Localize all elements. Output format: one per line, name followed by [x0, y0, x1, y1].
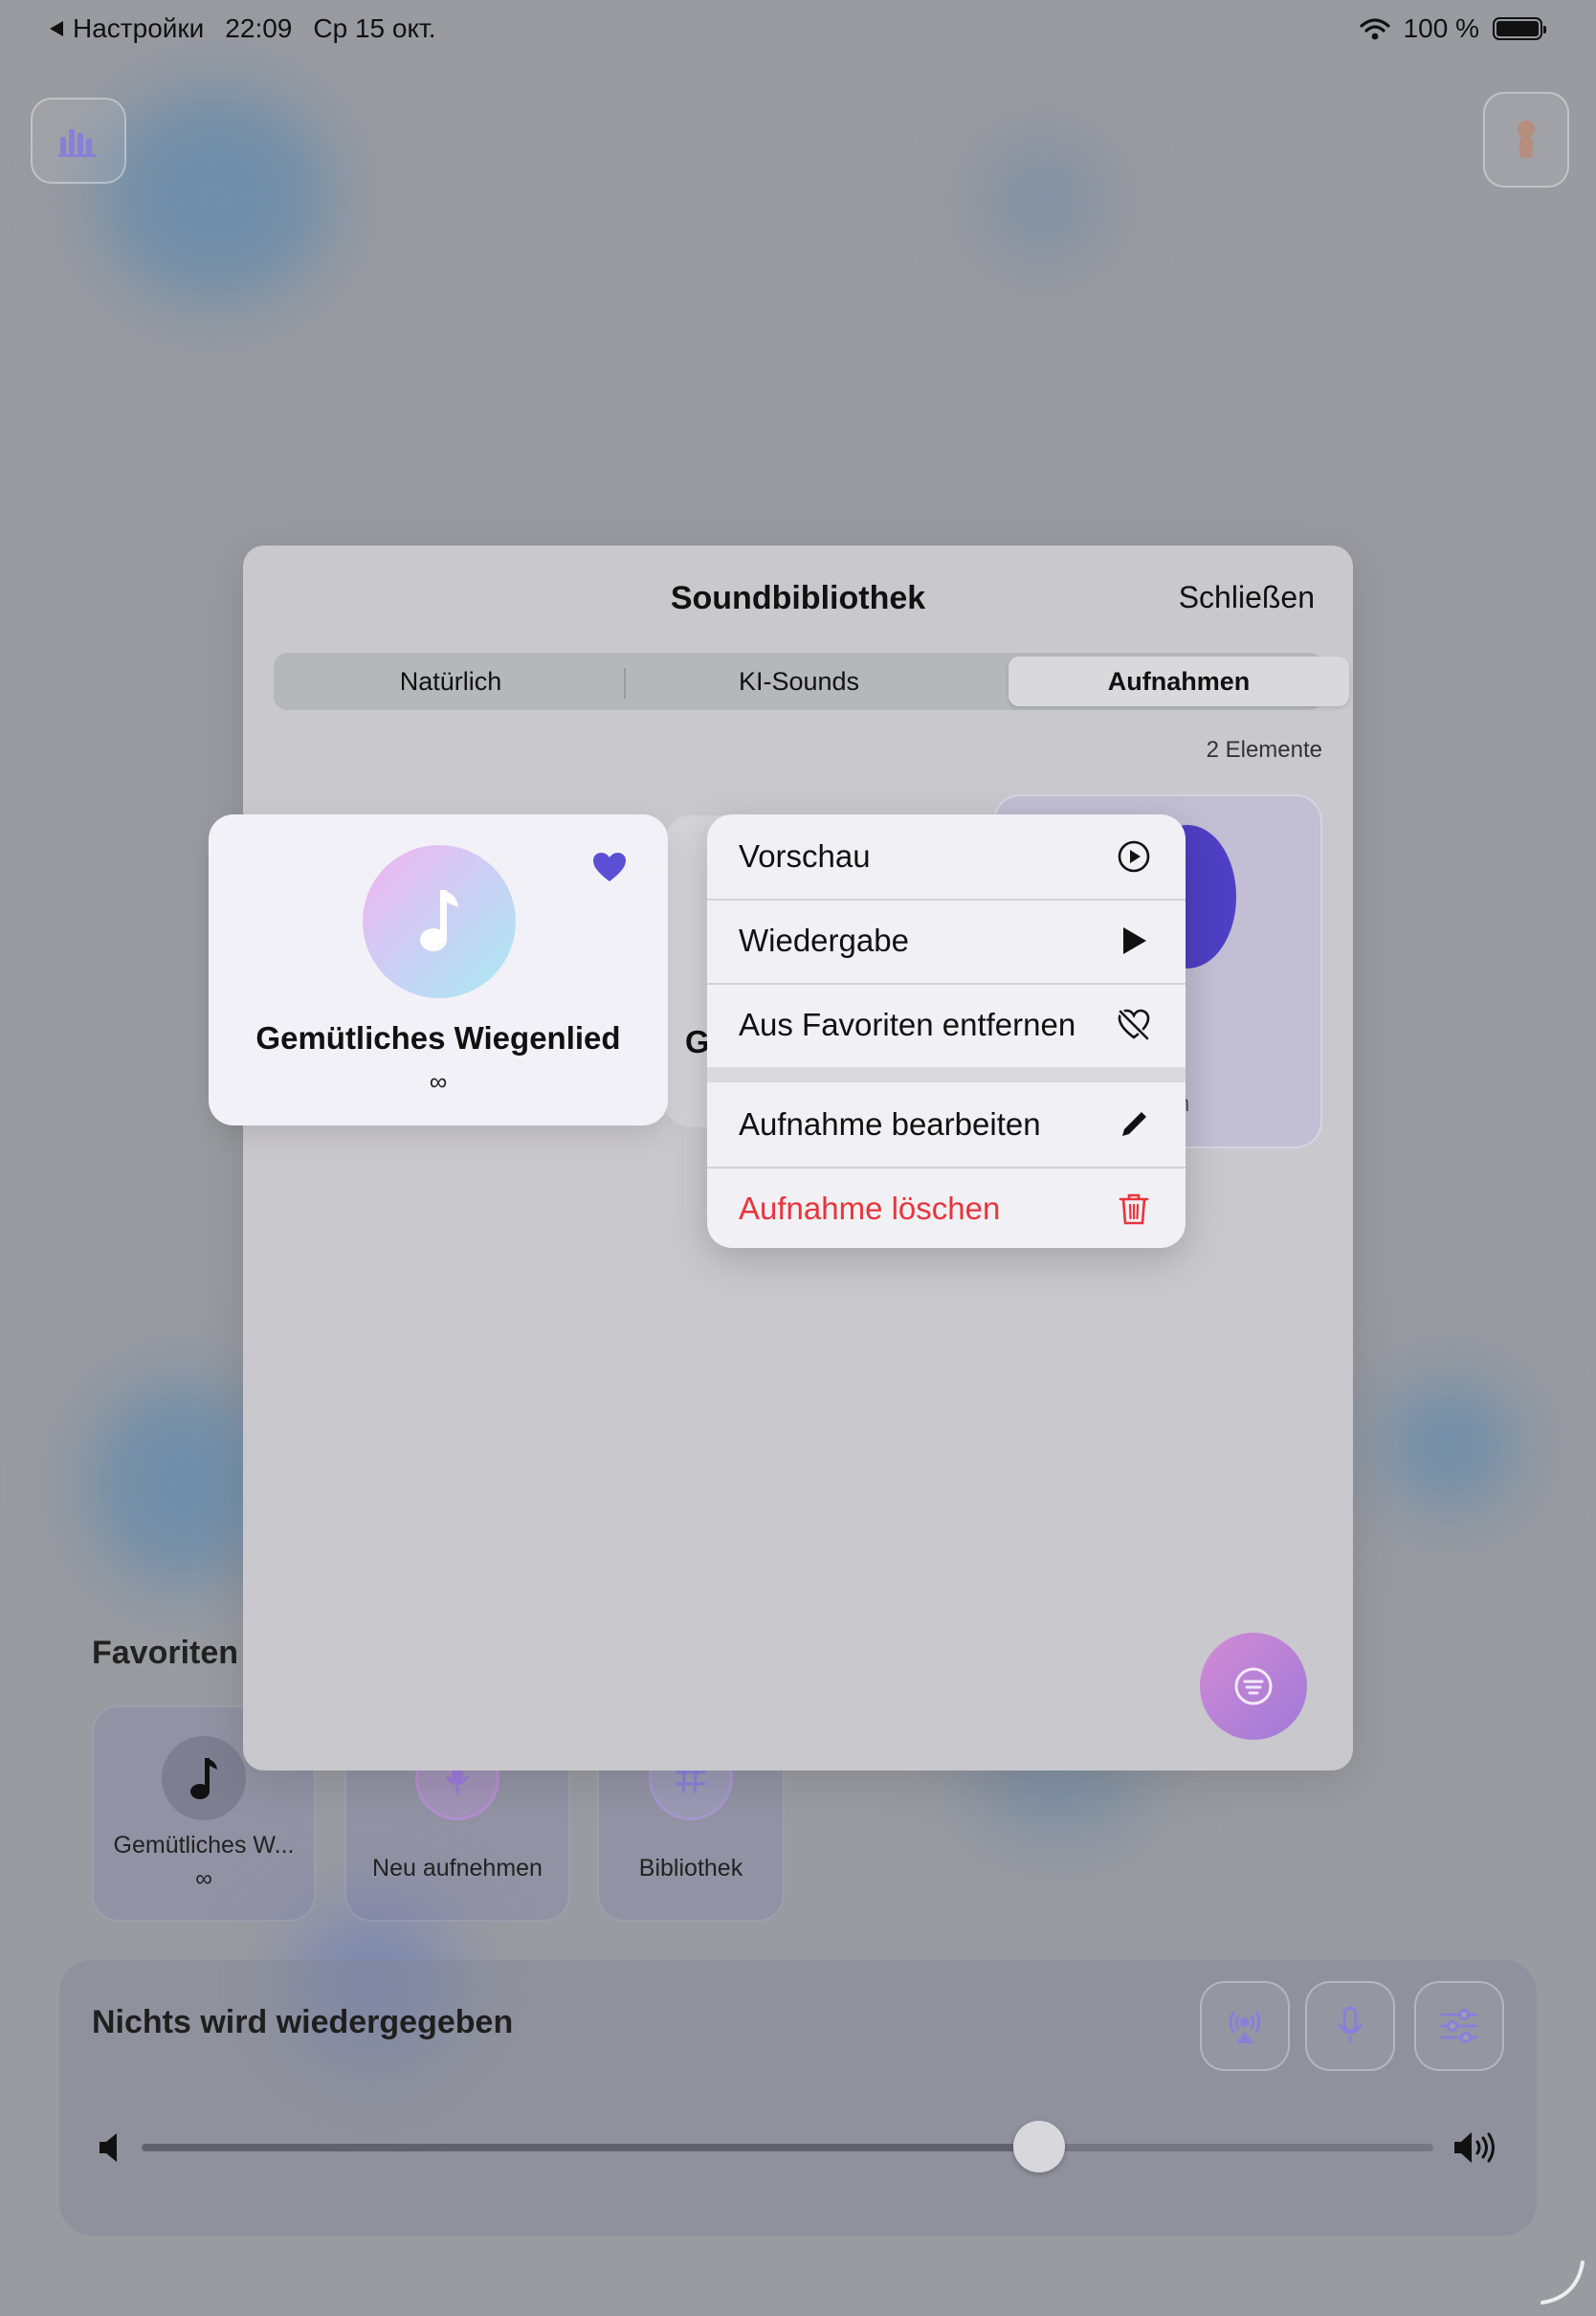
now-playing-bar: Nichts wird wiedergegeben: [59, 1960, 1537, 2236]
resize-handle-icon: [1541, 2260, 1585, 2305]
menu-item-label: Aufnahme löschen: [739, 1191, 1001, 1226]
battery-icon: [1493, 17, 1546, 40]
bar-chart-icon: [58, 129, 97, 157]
volume-slider-fill: [142, 2144, 1040, 2151]
volume-high-icon: [1454, 2132, 1495, 2163]
favorites-heading: Favoriten: [92, 1635, 239, 1671]
menu-item-label: Vorschau: [739, 838, 871, 874]
menu-item-label: Aus Favoriten entfernen: [739, 1007, 1076, 1042]
favorite-label: Gemütliches W...: [113, 1832, 295, 1859]
background-blob: [986, 144, 1100, 258]
close-button[interactable]: Schließen: [1179, 580, 1315, 615]
tab-recordings[interactable]: Aufnahmen: [1009, 657, 1349, 706]
music-note-icon: [190, 1758, 217, 1799]
microphone-icon: [1337, 2006, 1363, 2043]
menu-item-play[interactable]: Wiedergabe: [707, 899, 1186, 983]
pencil-icon: [1122, 1112, 1146, 1136]
list-circle-icon: [1234, 1667, 1273, 1705]
back-to-app-link[interactable]: Настройки: [48, 13, 204, 44]
menu-item-edit[interactable]: Aufnahme bearbeiten: [707, 1082, 1186, 1167]
volume-low-icon: [100, 2133, 117, 2162]
background-blob: [1378, 1378, 1521, 1512]
menu-item-label: Wiedergabe: [739, 923, 909, 958]
volume-slider-thumb[interactable]: [1013, 2121, 1066, 2172]
now-playing-status: Nichts wird wiedergegeben: [92, 2004, 514, 2040]
background-blob: [96, 86, 335, 306]
trash-icon: [1119, 1193, 1149, 1225]
recording-title: Gemütliches Wiegenlied: [255, 1020, 621, 1056]
play-circle-icon: [1118, 840, 1150, 873]
tab-ai-sounds[interactable]: KI-Sounds: [626, 657, 972, 706]
recording-duration: ∞: [429, 1067, 448, 1096]
context-menu: Vorschau Wiedergabe Aus Favoriten entfer…: [707, 814, 1186, 1248]
airplay-audio-icon: [1229, 2011, 1261, 2043]
menu-item-preview[interactable]: Vorschau: [707, 814, 1186, 899]
sliders-icon: [1440, 2009, 1478, 2043]
wifi-icon: [1359, 18, 1390, 40]
night-light-button[interactable]: [1483, 92, 1569, 188]
battery-percent: 100 %: [1403, 13, 1479, 43]
category-segmented-control: Natürlich KI-Sounds Aufnahmen: [274, 653, 1349, 710]
music-note-icon: [420, 890, 458, 951]
list-menu-button[interactable]: [1200, 1633, 1307, 1740]
record-button[interactable]: [1305, 1981, 1395, 2071]
music-note-circle: [162, 1736, 246, 1820]
menu-item-label: Aufnahme bearbeiten: [739, 1106, 1041, 1142]
heart-slash-icon: [1118, 1009, 1150, 1041]
back-app-label: Настройки: [73, 13, 205, 43]
menu-item-remove-favorite[interactable]: Aus Favoriten entfernen: [707, 983, 1186, 1067]
menu-section-gap: [707, 1067, 1186, 1082]
item-count: 2 Elemente: [1206, 737, 1322, 763]
back-triangle-icon: [50, 21, 63, 36]
volume-slider[interactable]: [142, 2121, 1433, 2172]
favorite-label: Neu aufnehmen: [372, 1855, 543, 1882]
mixer-settings-button[interactable]: [1414, 1981, 1504, 2071]
favorite-label: Bibliothek: [638, 1855, 743, 1882]
selected-recording-card[interactable]: Gemütliches Wiegenlied ∞: [209, 814, 668, 1125]
status-date: Ср 15 окт.: [313, 13, 436, 43]
favorite-sub: ∞: [195, 1865, 212, 1892]
favorite-heart-icon[interactable]: [591, 851, 628, 883]
menu-item-delete[interactable]: Aufnahme löschen: [707, 1167, 1186, 1248]
music-note-circle: [363, 845, 516, 998]
status-bar: Настройки 22:09 Ср 15 окт. 100 %: [0, 0, 1596, 61]
airplay-button[interactable]: [1200, 1981, 1290, 2071]
play-icon: [1123, 927, 1146, 954]
lamp-icon: [1518, 121, 1535, 158]
equalizer-button[interactable]: [31, 98, 126, 184]
status-time: 22:09: [225, 13, 293, 43]
tab-natural[interactable]: Natürlich: [277, 657, 624, 706]
